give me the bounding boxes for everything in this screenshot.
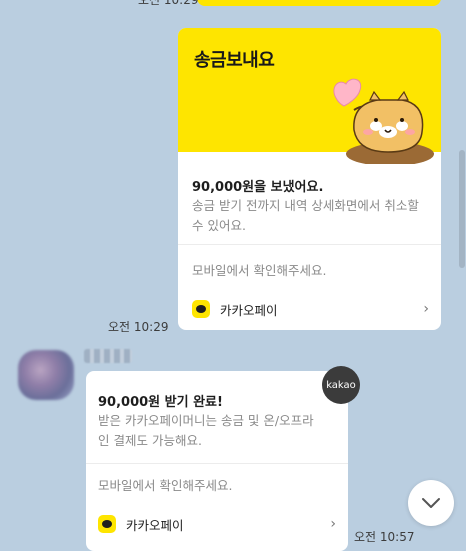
scrollbar[interactable] [458, 0, 466, 537]
chevron-right-icon: › [423, 301, 429, 317]
kakaopay-icon [98, 515, 116, 533]
sent-amount: 90,000원을 보냈어요. [192, 180, 324, 195]
sent-mobile-hint: 모바일에서 확인해주세요. [192, 263, 327, 278]
received-description: 받은 카카오페이머니는 송금 및 온/오프라인 결제도 가능해요. [98, 413, 314, 448]
character-illustration [333, 78, 434, 164]
sender-name [84, 349, 132, 363]
kakaopay-link[interactable]: 카카오페이 › [98, 513, 336, 535]
received-transfer-card[interactable]: 90,000원 받기 완료! 받은 카카오페이머니는 송금 및 온/오프라인 결… [86, 371, 348, 551]
kakaopay-icon [192, 300, 210, 318]
chevron-down-icon [422, 498, 440, 508]
received-amount: 90,000원 받기 완료! [98, 395, 223, 410]
scroll-down-button[interactable] [408, 480, 454, 526]
received-mobile-hint: 모바일에서 확인해주세요. [98, 478, 233, 493]
transfer-banner: 송금보내요 [178, 28, 441, 164]
kakaopay-label: 카카오페이 [126, 517, 184, 533]
kakaopay-link[interactable]: 카카오페이 › [192, 298, 429, 320]
banner-title: 송금보내요 [194, 50, 275, 71]
divider [86, 463, 348, 464]
sent-transfer-card[interactable]: 송금보내요 90,000원을 보냈어요. 송금 받기 전까지 내역 상세화면에서… [178, 28, 441, 330]
chevron-right-icon: › [330, 516, 336, 532]
kakao-badge: kakao [322, 366, 360, 404]
avatar[interactable] [18, 350, 74, 400]
divider [178, 244, 441, 245]
scrollbar-thumb[interactable] [459, 150, 465, 268]
sent-message-time: 오전 10:29 [108, 320, 169, 334]
kakaopay-label: 카카오페이 [220, 302, 278, 318]
sent-description: 송금 받기 전까지 내역 상세화면에서 취소할 수 있어요. [192, 198, 419, 233]
previous-message-time: 오전 10:29 [138, 0, 199, 7]
previous-message-card[interactable] [197, 0, 441, 6]
